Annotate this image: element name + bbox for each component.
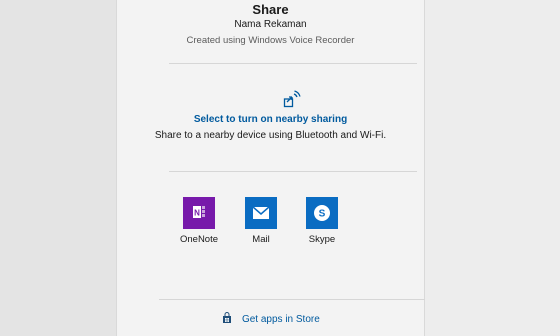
nearby-sharing-description: Share to a nearby device using Bluetooth… <box>154 130 387 141</box>
app-label: OneNote <box>179 234 219 245</box>
app-label: Skype <box>308 234 336 245</box>
get-apps-in-store-link[interactable]: Get apps in Store <box>117 312 424 325</box>
recording-name: Nama Rekaman <box>234 19 307 30</box>
store-link-label: Get apps in Store <box>241 314 320 325</box>
created-with-text: Created using Windows Voice Recorder <box>186 35 355 46</box>
onenote-icon: N <box>183 197 215 229</box>
store-icon <box>221 312 233 324</box>
svg-text:S: S <box>319 209 326 220</box>
background-right <box>425 0 560 336</box>
nearby-sharing-link[interactable]: Select to turn on nearby sharing <box>117 114 424 125</box>
background-left <box>0 0 116 336</box>
svg-text:N: N <box>194 209 200 218</box>
divider <box>159 299 425 300</box>
share-title: Share <box>252 2 289 17</box>
nearby-share-icon[interactable] <box>283 90 301 108</box>
app-skype[interactable]: S Skype <box>292 197 352 245</box>
divider <box>169 171 417 172</box>
app-onenote[interactable]: N OneNote <box>169 197 229 245</box>
divider <box>169 63 417 64</box>
skype-icon: S <box>306 197 338 229</box>
mail-icon <box>245 197 277 229</box>
share-panel: Share Nama Rekaman Created using Windows… <box>116 0 425 336</box>
app-label: Mail <box>252 234 270 245</box>
app-mail[interactable]: Mail <box>231 197 291 245</box>
